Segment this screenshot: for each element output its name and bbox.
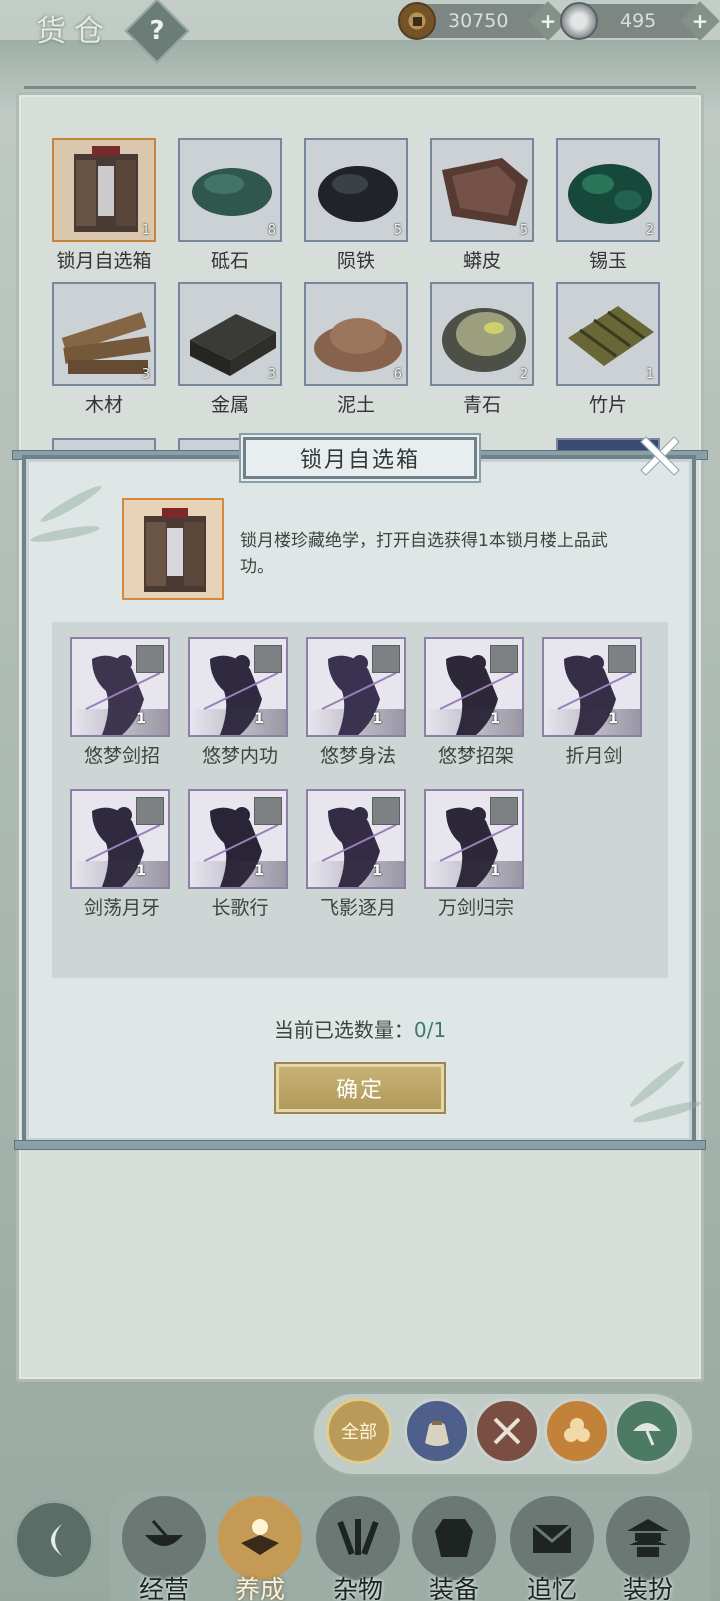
select-checkbox[interactable]	[254, 645, 282, 673]
select-checkbox[interactable]	[490, 645, 518, 673]
back-arrow-icon	[51, 1524, 62, 1556]
nav-item-label: 装扮	[622, 1575, 673, 1601]
pavilion-icon	[606, 1496, 690, 1580]
skill-name: 长歌行	[211, 897, 269, 919]
skill-option[interactable]: 1 长歌行	[188, 789, 292, 920]
select-checkbox[interactable]	[608, 645, 636, 673]
select-checkbox[interactable]	[372, 797, 400, 825]
nav-item-label: 装备	[428, 1575, 479, 1601]
nav-item[interactable]: 经营	[118, 1492, 210, 1601]
skill-name: 万剑归宗	[437, 897, 514, 919]
crossed-tools-icon	[493, 1417, 521, 1445]
skill-count: 1	[490, 711, 500, 727]
skill-count: 1	[608, 711, 618, 727]
skill-option[interactable]: 1 剑荡月牙	[70, 789, 174, 920]
nav-item[interactable]: 养成	[214, 1492, 306, 1601]
skill-option[interactable]: 1 悠梦身法	[306, 637, 410, 768]
dialog-title: 锁月自选箱	[243, 437, 477, 479]
nav-item[interactable]: 杂物	[312, 1492, 404, 1601]
book-icon	[218, 1496, 302, 1580]
select-checkbox[interactable]	[254, 797, 282, 825]
select-checkbox[interactable]	[136, 797, 164, 825]
selection-counter-value: 0/1	[413, 1018, 447, 1042]
nav-item-label: 追忆	[526, 1575, 577, 1601]
bamboo-leaf-decoration	[38, 482, 104, 526]
back-button[interactable]	[14, 1500, 94, 1580]
selection-counter: 当前已选数量：0/1	[0, 1014, 720, 1043]
skill-count: 1	[372, 863, 382, 879]
skill-name: 悠梦身法	[319, 745, 396, 767]
bundle-icon	[316, 1496, 400, 1580]
selection-counter-label: 当前已选数量：	[273, 1018, 414, 1042]
logs-icon	[564, 1418, 590, 1442]
letter-icon	[510, 1496, 594, 1580]
chest-icon	[144, 508, 206, 592]
selected-item-image	[122, 498, 224, 600]
skill-name: 折月剑	[565, 745, 623, 767]
skill-count: 1	[254, 863, 264, 879]
bamboo-leaf-decoration	[29, 522, 101, 546]
nav-item[interactable]: 装扮	[602, 1492, 694, 1601]
skill-option[interactable]: 1 飞影逐月	[306, 789, 410, 920]
bowl-icon	[122, 1496, 206, 1580]
bag-icon	[425, 1421, 449, 1446]
skill-option[interactable]: 1 悠梦招架	[424, 637, 528, 768]
filter-tools-button[interactable]	[474, 1398, 540, 1464]
confirm-button[interactable]: 确定	[276, 1064, 444, 1112]
skill-count: 1	[254, 711, 264, 727]
skill-name: 悠梦招架	[437, 745, 514, 767]
bamboo-leaf-decoration	[626, 1057, 688, 1111]
close-icon[interactable]	[638, 434, 680, 476]
umbrella-icon	[633, 1423, 661, 1446]
nav-item-label: 经营	[138, 1575, 189, 1601]
bamboo-leaf-decoration	[631, 1098, 703, 1126]
filter-all-label: 全部	[341, 1422, 377, 1443]
nav-item-label: 杂物	[332, 1575, 383, 1601]
skill-option[interactable]: 1 悠梦剑招	[70, 637, 174, 768]
skill-count: 1	[136, 711, 146, 727]
nav-item[interactable]: 追忆	[506, 1492, 598, 1601]
robe-icon	[412, 1496, 496, 1580]
skill-count: 1	[490, 863, 500, 879]
select-checkbox[interactable]	[136, 645, 164, 673]
skill-option[interactable]: 1 悠梦内功	[188, 637, 292, 768]
skill-option[interactable]: 1 折月剑	[542, 637, 646, 768]
filter-all-button[interactable]: 全部	[326, 1398, 392, 1464]
skill-option[interactable]: 1 万剑归宗	[424, 789, 528, 920]
skill-count: 1	[372, 711, 382, 727]
skill-name: 剑荡月牙	[83, 897, 160, 919]
skill-name: 悠梦剑招	[83, 745, 160, 767]
item-description: 锁月楼珍藏绝学，打开自选获得1本锁月楼上品武功。	[240, 531, 608, 577]
nav-item-label: 养成	[234, 1575, 285, 1601]
skill-name: 飞影逐月	[319, 897, 396, 919]
nav-item[interactable]: 装备	[408, 1492, 500, 1601]
filter-materials-button[interactable]	[544, 1398, 610, 1464]
skill-name: 悠梦内功	[201, 745, 278, 767]
filter-bag-button[interactable]	[404, 1398, 470, 1464]
select-checkbox[interactable]	[490, 797, 518, 825]
scroll-rod-bottom	[14, 1140, 706, 1150]
skill-count: 1	[136, 863, 146, 879]
filter-misc-button[interactable]	[614, 1398, 680, 1464]
select-checkbox[interactable]	[372, 645, 400, 673]
